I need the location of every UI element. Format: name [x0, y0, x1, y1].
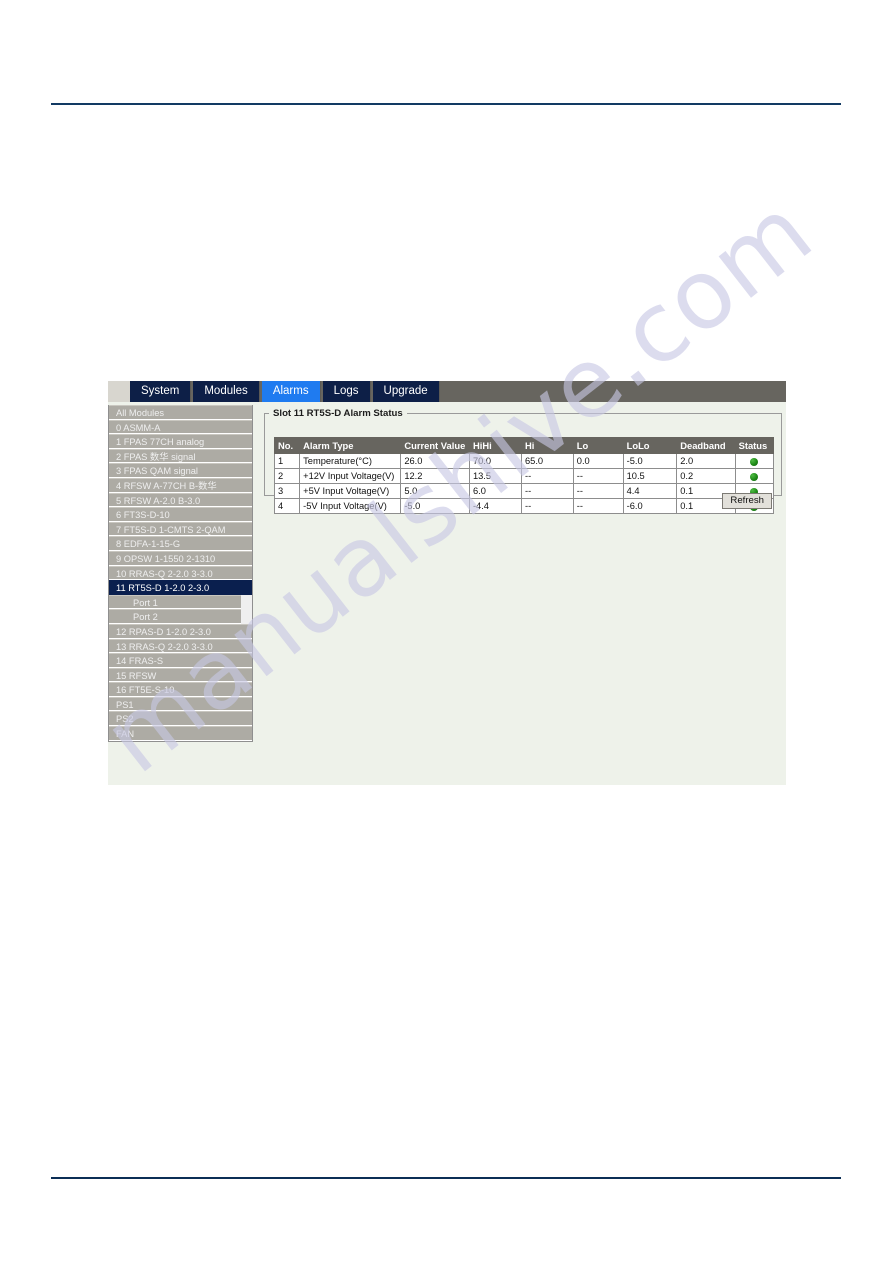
sidebar-item-fan[interactable]: FAN [109, 726, 252, 741]
cell-status [734, 453, 775, 469]
sidebar-item-all-modules[interactable]: All Modules [109, 405, 252, 420]
cell-lo: -- [572, 498, 624, 514]
cell-hi: -- [520, 483, 574, 499]
table-header-row: No. Alarm Type Current Value HiHi Hi Lo … [273, 437, 775, 454]
tab-modules[interactable]: Modules [193, 381, 260, 402]
tab-logs[interactable]: Logs [322, 381, 371, 402]
cell-no: 3 [273, 483, 301, 499]
table-row: 4 -5V Input Voltage(V) -5.0 -4.4 -- -- -… [273, 498, 775, 514]
document-page: manualshive.com System Modules Alarms Lo… [0, 0, 893, 1263]
cell-lolo: -6.0 [622, 498, 678, 514]
sidebar-item-port-1[interactable]: Port 1 [109, 594, 241, 610]
cell-lolo: 4.4 [622, 483, 678, 499]
sidebar-item-8-edfa[interactable]: 8 EDFA-1-15-G [109, 536, 252, 551]
sidebar-item-9-opsw[interactable]: 9 OPSW 1-1550 2-1310 [109, 550, 252, 566]
sidebar-item-port-2[interactable]: Port 2 [109, 609, 241, 624]
tab-bar-lead-spacer [108, 381, 130, 402]
status-led-icon [750, 457, 759, 466]
cell-hi: -- [520, 498, 574, 514]
cell-deadband: 0.2 [676, 468, 736, 484]
cell-hihi: 13.5 [468, 468, 522, 484]
sidebar-item-7-ft5s-d[interactable]: 7 FT5S-D 1-CMTS 2-QAM [109, 521, 252, 537]
sidebar-item-15-rfsw[interactable]: 15 RFSW [109, 667, 252, 683]
cell-lo: 0.0 [572, 453, 624, 469]
cell-alarm-type: +12V Input Voltage(V) [299, 468, 402, 484]
header-lolo: LoLo [622, 437, 678, 454]
sidebar-item-2-fpas-signal[interactable]: 2 FPAS 数华 signal [109, 448, 252, 464]
cell-status [734, 468, 775, 484]
table-row: 2 +12V Input Voltage(V) 12.2 13.5 -- -- … [273, 468, 775, 484]
alarm-status-panel: Slot 11 RT5S-D Alarm Status No. Alarm Ty… [264, 408, 782, 514]
sidebar-item-10-rras-q[interactable]: 10 RRAS-Q 2-2.0 3-3.0 [109, 565, 252, 581]
cell-alarm-type: Temperature(°C) [299, 453, 402, 469]
alarm-status-legend: Slot 11 RT5S-D Alarm Status [273, 408, 403, 419]
table-row: 3 +5V Input Voltage(V) 5.0 6.0 -- -- 4.4… [273, 483, 775, 499]
cell-current-value: -5.0 [400, 498, 470, 514]
header-current-value: Current Value [400, 437, 470, 454]
cell-alarm-type: +5V Input Voltage(V) [299, 483, 402, 499]
header-alarm-type: Alarm Type [299, 437, 402, 454]
cell-current-value: 12.2 [400, 468, 470, 484]
cell-lo: -- [572, 483, 624, 499]
cell-hihi: 6.0 [468, 483, 522, 499]
tab-system[interactable]: System [130, 381, 192, 402]
sidebar-item-0-asmm-a[interactable]: 0 ASMM-A [109, 419, 252, 435]
application-screenshot: System Modules Alarms Logs Upgrade All M… [108, 381, 786, 785]
status-led-icon [750, 472, 759, 481]
refresh-button[interactable]: Refresh [722, 493, 772, 509]
cell-hi: 65.0 [520, 453, 574, 469]
cell-hihi: -4.4 [468, 498, 522, 514]
sidebar-item-6-ft3s-d-10[interactable]: 6 FT3S-D-10 [109, 507, 252, 522]
cell-no: 2 [273, 468, 301, 484]
cell-current-value: 5.0 [400, 483, 470, 499]
sidebar-item-5-rfsw-a20[interactable]: 5 RFSW A-2.0 B-3.0 [109, 492, 252, 508]
tab-alarms[interactable]: Alarms [261, 381, 321, 402]
main-content: Slot 11 RT5S-D Alarm Status No. Alarm Ty… [262, 405, 786, 785]
alarm-status-table: No. Alarm Type Current Value HiHi Hi Lo … [273, 437, 775, 514]
cell-alarm-type: -5V Input Voltage(V) [299, 498, 402, 514]
sidebar-item-16-ft5e-s-10[interactable]: 16 FT5E-S-10 [109, 682, 252, 697]
tab-upgrade[interactable]: Upgrade [372, 381, 440, 402]
cell-current-value: 26.0 [400, 453, 470, 469]
header-hi: Hi [520, 437, 574, 454]
header-status: Status [734, 437, 775, 454]
sidebar-item-13-rras-q[interactable]: 13 RRAS-Q 2-2.0 3-3.0 [109, 638, 252, 654]
cell-deadband: 2.0 [676, 453, 736, 469]
table-row: 1 Temperature(°C) 26.0 70.0 65.0 0.0 -5.… [273, 453, 775, 469]
sidebar-item-11-rt5s-d[interactable]: 11 RT5S-D 1-2.0 2-3.0 [109, 580, 252, 595]
cell-no: 4 [273, 498, 301, 514]
header-hihi: HiHi [468, 437, 522, 454]
sidebar-item-ps2[interactable]: PS2 [109, 711, 252, 727]
cell-hihi: 70.0 [468, 453, 522, 469]
sidebar-item-ps1[interactable]: PS1 [109, 696, 252, 712]
sidebar-item-3-fpas-qam[interactable]: 3 FPAS QAM signal [109, 463, 252, 478]
cell-no: 1 [273, 453, 301, 469]
header-deadband: Deadband [676, 437, 736, 454]
cell-lolo: 10.5 [622, 468, 678, 484]
header-lo: Lo [572, 437, 624, 454]
page-bottom-rule [51, 1177, 841, 1179]
cell-lolo: -5.0 [622, 453, 678, 469]
sidebar-item-12-rpas-d[interactable]: 12 RPAS-D 1-2.0 2-3.0 [109, 623, 252, 639]
page-top-rule [51, 103, 841, 105]
cell-hi: -- [520, 468, 574, 484]
module-tree-sidebar: All Modules 0 ASMM-A 1 FPAS 77CH analog … [108, 405, 253, 742]
refresh-button-wrap: Refresh [722, 490, 772, 509]
header-no: No. [273, 437, 301, 454]
cell-lo: -- [572, 468, 624, 484]
sidebar-item-14-fras-s[interactable]: 14 FRAS-S [109, 653, 252, 668]
sidebar-item-4-rfsw-a77ch[interactable]: 4 RFSW A-77CH B-数华 [109, 477, 252, 493]
tab-bar: System Modules Alarms Logs Upgrade [108, 381, 786, 402]
sidebar-item-1-fpas-77ch[interactable]: 1 FPAS 77CH analog [109, 434, 252, 449]
